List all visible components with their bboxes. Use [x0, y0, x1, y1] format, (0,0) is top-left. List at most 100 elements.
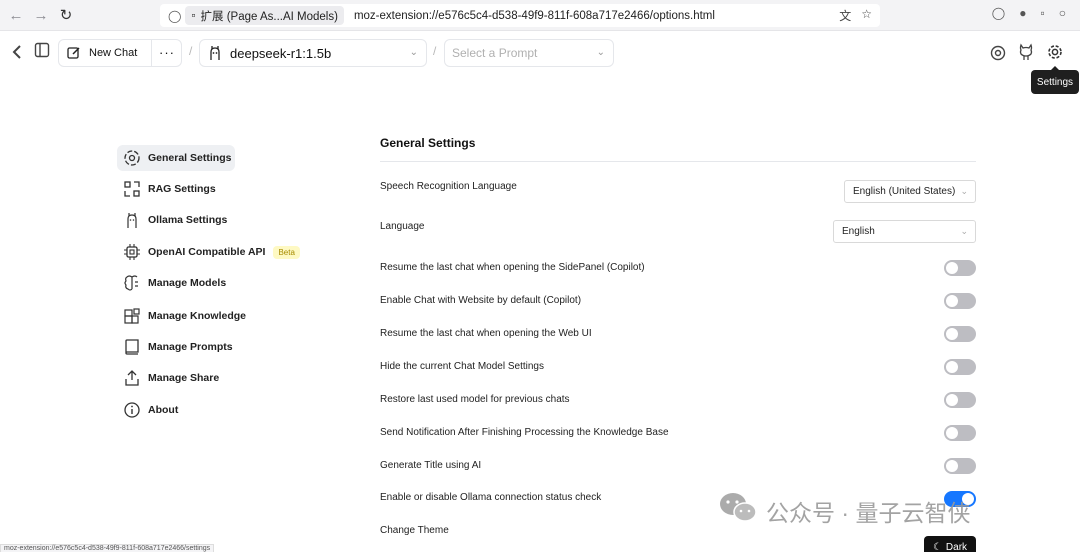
hide-model-settings-toggle[interactable] — [944, 359, 976, 375]
setting-label: Enable Chat with Website by default (Cop… — [380, 295, 582, 306]
settings-tooltip: Settings — [1031, 66, 1079, 94]
chevron-down-icon: ⌄ — [960, 186, 968, 196]
generate-title-toggle[interactable] — [944, 458, 976, 474]
bookmark-star-icon[interactable]: ☆ — [861, 7, 872, 24]
sidebar-item-ollama-settings[interactable]: Ollama Settings — [117, 207, 227, 233]
new-chat-button[interactable]: New Chat ··· — [58, 39, 182, 67]
app-header: New Chat ··· / deepseek-r1:1.5b ⌄ / Sele… — [0, 31, 1080, 75]
speech-language-select[interactable]: English (United States) ⌄ — [844, 180, 976, 203]
rag-icon — [123, 180, 141, 198]
blocks-icon — [123, 307, 141, 325]
separator-slash: / — [433, 44, 437, 58]
setting-label: Enable or disable Ollama connection stat… — [380, 492, 602, 503]
setting-label: Restore last used model for previous cha… — [380, 394, 570, 405]
github-icon[interactable] — [1018, 43, 1034, 61]
sidebar-item-rag-settings[interactable]: RAG Settings — [117, 176, 216, 202]
chevron-down-icon: ⌄ — [596, 47, 605, 58]
url-bar[interactable]: ◯ ▫ 扩展 (Page As...AI Models) moz-extensi… — [160, 4, 880, 27]
setting-label: Hide the current Chat Model Settings — [380, 361, 544, 372]
edit-icon — [67, 46, 81, 60]
reload-icon[interactable]: ↻ — [54, 3, 78, 27]
puzzle-icon: ▫ — [191, 9, 196, 22]
sidebar-item-manage-share[interactable]: Manage Share — [117, 365, 219, 391]
setting-label: Resume the last chat when opening the Si… — [380, 262, 645, 273]
sidebar-item-about[interactable]: About — [117, 397, 178, 423]
prompt-select-placeholder: Select a Prompt — [452, 46, 538, 60]
toggle-knob — [946, 427, 958, 439]
sidebar-item-label: About — [148, 404, 179, 416]
settings-cog-icon — [123, 149, 141, 167]
chat-icon[interactable]: ○ — [1059, 6, 1066, 20]
browser-toolbar: ← → ↻ ◯ ▫ 扩展 (Page As...AI Models) moz-e… — [0, 0, 1080, 31]
dark-theme-button[interactable]: ☾ Dark — [924, 536, 976, 552]
sidebar-toggle-icon[interactable] — [34, 42, 50, 58]
ollama-icon — [123, 211, 141, 229]
setting-label: Generate Title using AI — [380, 460, 482, 471]
translate-icon[interactable]: 文 — [839, 7, 851, 24]
chat-with-website-toggle[interactable] — [944, 293, 976, 309]
pocket-icon[interactable]: ◯ — [992, 6, 1005, 20]
shield-icon[interactable]: ◯ — [168, 9, 181, 23]
divider — [380, 161, 976, 162]
knowledge-notification-toggle[interactable] — [944, 425, 976, 441]
status-bar-url: moz-extension://e576c5c4-d538-49f9-811f-… — [0, 544, 215, 552]
settings-icon[interactable] — [1046, 43, 1064, 61]
url-text[interactable]: moz-extension://e576c5c4-d538-49f9-811f-… — [354, 10, 715, 22]
setting-label: Resume the last chat when opening the We… — [380, 328, 592, 339]
wechat-icon — [718, 491, 758, 531]
chevron-down-icon: ⌄ — [409, 47, 418, 58]
separator-slash: / — [189, 44, 193, 58]
model-select-value: deepseek-r1:1.5b — [230, 45, 332, 61]
extensions-icon[interactable]: ▫ — [1040, 6, 1044, 20]
account-icon[interactable]: ● — [1019, 6, 1026, 20]
toggle-knob — [946, 361, 958, 373]
toggle-knob — [946, 295, 958, 307]
new-chat-label: New Chat — [89, 47, 138, 59]
resume-webui-toggle[interactable] — [944, 326, 976, 342]
sidebar-item-label: Manage Models — [148, 277, 227, 289]
more-options-button[interactable]: ··· — [159, 45, 175, 60]
watermark: 公众号 · 量子云智侠 — [718, 491, 970, 531]
toggle-knob — [946, 328, 958, 340]
ollama-icon — [208, 45, 222, 61]
resume-sidepanel-toggle[interactable] — [944, 260, 976, 276]
chevron-down-icon: ⌄ — [960, 226, 968, 236]
sidebar-item-manage-knowledge[interactable]: Manage Knowledge — [117, 303, 246, 329]
sidebar-item-manage-models[interactable]: Manage Models — [117, 270, 226, 296]
divider — [151, 40, 152, 66]
prompt-select[interactable]: Select a Prompt ⌄ — [444, 39, 614, 67]
forward-icon[interactable]: → — [29, 3, 53, 27]
ollama-settings-icon[interactable] — [989, 44, 1007, 62]
beta-badge: Beta — [273, 245, 300, 259]
info-icon — [123, 401, 141, 419]
theme-label: Change Theme — [380, 525, 449, 536]
watermark-text: 公众号 · 量子云智侠 — [766, 500, 971, 526]
brain-icon — [123, 274, 141, 292]
restore-model-toggle[interactable] — [944, 392, 976, 408]
model-select[interactable]: deepseek-r1:1.5b ⌄ — [199, 39, 427, 67]
toggle-knob — [946, 394, 958, 406]
sidebar-item-openai-compatible-api[interactable]: OpenAI Compatible API Beta — [117, 239, 300, 265]
sidebar-item-label: OpenAI Compatible API — [148, 246, 266, 258]
sidebar-item-label: General Settings — [148, 152, 232, 164]
language-label: Language — [380, 221, 425, 232]
dark-theme-label: Dark — [945, 541, 968, 552]
sidebar-item-manage-prompts[interactable]: Manage Prompts — [117, 334, 233, 360]
speech-language-value: English (United States) — [853, 186, 956, 197]
book-icon — [123, 338, 141, 356]
speech-language-label: Speech Recognition Language — [380, 181, 517, 192]
page-title: General Settings — [380, 136, 476, 150]
extension-chip[interactable]: ▫ 扩展 (Page As...AI Models) — [185, 6, 344, 25]
sidebar-item-label: Manage Knowledge — [148, 310, 247, 322]
sidebar-item-label: Ollama Settings — [148, 214, 228, 226]
setting-label: Send Notification After Finishing Proces… — [380, 427, 669, 438]
sidebar-item-general-settings[interactable]: General Settings — [117, 145, 235, 171]
extension-chip-label: 扩展 (Page As...AI Models) — [200, 10, 338, 23]
toggle-knob — [946, 460, 958, 472]
sidebar-item-label: Manage Share — [148, 372, 220, 384]
collapse-back-icon[interactable] — [10, 44, 24, 60]
sidebar-item-label: Manage Prompts — [148, 341, 233, 353]
language-select[interactable]: English ⌄ — [833, 220, 976, 243]
back-icon[interactable]: ← — [4, 3, 28, 27]
sidebar-item-label: RAG Settings — [148, 183, 216, 195]
